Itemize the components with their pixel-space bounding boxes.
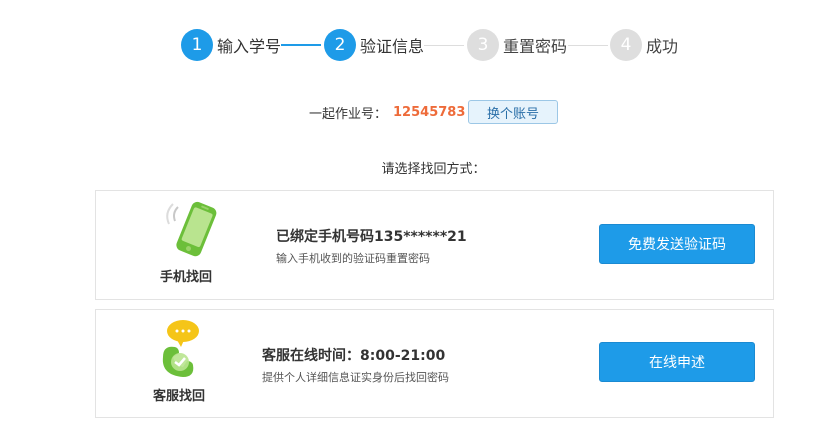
account-label: 一起作业号： [309, 106, 388, 122]
step-3: 3 重置密码 [467, 28, 567, 62]
step-4-number: 4 [610, 29, 642, 61]
service-method-title: 客服在线时间：8:00-21:00 [262, 348, 446, 364]
phone-method-caption: 手机找回 [159, 270, 212, 285]
send-code-button[interactable]: 免费发送验证码 [599, 224, 755, 264]
step-connector-2 [424, 45, 464, 46]
step-2-label: 验证信息 [360, 37, 425, 56]
step-connector-1 [281, 44, 321, 46]
service-method-caption: 客服找回 [152, 389, 205, 404]
switch-account-button[interactable]: 换个账号 [468, 100, 558, 124]
method-card-service: 客服找回 客服在线时间：8:00-21:00 提供个人详细信息证实身份后找回密码… [95, 309, 774, 418]
step-1-number: 1 [181, 29, 213, 61]
online-appeal-button[interactable]: 在线申述 [599, 342, 755, 382]
account-info: 一起作业号： 12545783 换个账号 [309, 100, 558, 124]
method-card-phone: 手机找回 已绑定手机号码135******21 输入手机收到的验证码重置密码 免… [95, 190, 774, 300]
phone-method-title: 已绑定手机号码135******21 [276, 229, 467, 245]
account-id: 12545783 [393, 104, 466, 120]
choose-method-tip: 请选择找回方式： [381, 162, 486, 177]
phone-method-desc: 输入手机收到的验证码重置密码 [276, 252, 430, 265]
step-4: 4 成功 [610, 28, 678, 62]
step-2: 2 验证信息 [324, 28, 424, 62]
step-1-label: 输入学号 [217, 37, 282, 56]
step-3-number: 3 [467, 29, 499, 61]
step-2-number: 2 [324, 29, 356, 61]
step-3-label: 重置密码 [503, 37, 568, 56]
progress-stepper: 1 输入学号 2 验证信息 3 重置密码 4 成功 [0, 28, 813, 62]
step-connector-3 [568, 45, 608, 46]
step-4-label: 成功 [646, 37, 679, 56]
phone-icon [156, 199, 226, 261]
service-method-desc: 提供个人详细信息证实身份后找回密码 [262, 371, 449, 384]
customer-service-icon [153, 317, 207, 379]
step-1: 1 输入学号 [181, 28, 281, 62]
